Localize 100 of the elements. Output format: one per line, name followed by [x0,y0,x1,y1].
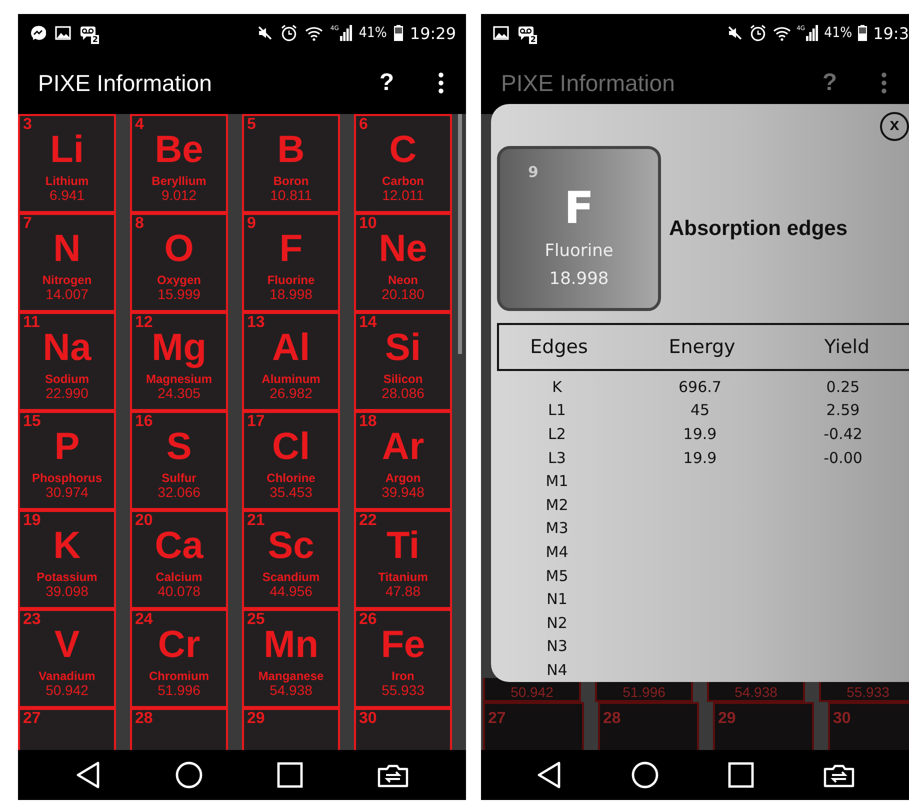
atomic-number: 8 [135,215,144,233]
element-tile[interactable]: 5 B Boron 10.811 [242,114,340,213]
element-symbol: Ti [386,526,420,566]
atomic-weight: 28.086 [382,386,424,401]
atomic-weight: 55.933 [846,685,890,700]
element-tile[interactable]: 30 [354,708,452,750]
wifi-icon [772,26,791,40]
element-name: Magnesium [146,372,212,386]
element-symbol: K [53,526,81,566]
atomic-weight: 24.305 [158,386,200,401]
element-tile[interactable]: 19 K Potassium 39.098 [18,510,116,609]
atomic-number: 20 [135,512,153,530]
atomic-number: 10 [359,215,377,233]
swap-apps-icon[interactable] [822,762,854,788]
element-tile[interactable]: 17 Cl Chlorine 35.453 [242,411,340,510]
element-tile[interactable]: 13 Al Aluminum 26.982 [242,312,340,411]
atomic-number: 21 [247,512,265,530]
home-icon[interactable] [175,761,203,789]
atomic-weight: 22.990 [46,386,88,401]
element-name: Beryllium [152,174,206,188]
element-tile[interactable]: 7 N Nitrogen 14.007 [18,213,116,312]
help-button[interactable]: ? [818,69,841,97]
home-icon[interactable] [630,761,658,789]
atomic-weight: 30.974 [46,485,88,500]
element-symbol: V [54,625,80,665]
column-header: Edges [529,336,589,358]
table-cell-text: 19.9 [682,424,718,443]
atomic-weight: 50.942 [510,685,554,700]
element-name: Chlorine [266,471,316,485]
element-tile[interactable]: 25 Mn Manganese 54.938 [242,609,340,708]
element-tile[interactable]: 18 Ar Argon 39.948 [354,411,452,510]
help-button[interactable]: ? [375,69,398,97]
wifi-icon [305,26,324,40]
atomic-weight: 44.956 [270,584,312,599]
element-symbol: Cr [158,625,200,665]
element-name: Aluminum [262,372,320,386]
atomic-weight: 26.982 [270,386,312,401]
element-symbol: C [389,130,417,170]
recents-icon[interactable] [277,762,303,788]
atomic-weight: 54.938 [734,685,778,700]
table-cell-text: N4 [546,660,568,679]
atomic-weight: 14.007 [46,287,88,302]
element-symbol: Cl [272,427,310,467]
notification-badge: 2 [91,35,99,44]
atomic-number: 29 [718,710,736,729]
atomic-weight: 51.996 [158,683,200,698]
back-icon[interactable] [536,761,562,789]
element-tile[interactable]: 20 Ca Calcium 40.078 [130,510,228,609]
table-cell-text: M1 [544,472,570,490]
element-name: Chromium [149,669,209,683]
element-tile[interactable]: 15 P Phosphorus 30.974 [18,411,116,510]
element-tile[interactable]: 6 C Carbon 12.011 [354,114,452,213]
element-tile[interactable]: 24 Cr Chromium 51.996 [130,609,228,708]
table-cell-text: 45 [689,401,711,420]
element-tile[interactable]: 8 O Oxygen 15.999 [130,213,228,312]
atomic-weight: 9.012 [161,188,197,203]
element-tile[interactable]: 4 Be Beryllium 9.012 [130,114,228,213]
swap-apps-icon[interactable] [377,762,409,788]
atomic-number: 14 [359,314,377,332]
element-tile[interactable]: 29 [242,708,340,750]
atomic-weight: 10.811 [270,188,312,203]
element-tile[interactable]: 9 F Fluorine 18.998 [242,213,340,312]
table-cell-text: N1 [546,590,568,608]
element-tile[interactable]: 14 Si Silicon 28.086 [354,312,452,411]
element-symbol: B [277,130,305,170]
element-tile[interactable]: 21 Sc Scandium 44.956 [242,510,340,609]
column-header: Yield [823,336,871,358]
app-title: PIXE Information [38,70,212,96]
atomic-number: 18 [359,413,377,431]
element-tile[interactable]: 23 V Vanadium 50.942 [18,609,116,708]
close-button[interactable]: x [880,112,909,141]
atomic-number: 23 [23,611,41,629]
battery-percent: 41% [358,25,387,41]
atomic-weight: 18.998 [549,269,609,289]
element-tile[interactable]: 3 Li Lithium 6.941 [18,114,116,213]
element-tile[interactable]: 12 Mg Magnesium 24.305 [130,312,228,411]
element-name: Titanium [378,570,428,584]
element-tile[interactable]: 11 Na Sodium 22.990 [18,312,116,411]
element-symbol: Fe [380,625,426,665]
battery-icon [394,25,403,41]
back-icon[interactable] [75,761,101,789]
recents-icon[interactable] [728,762,754,788]
table-cell-text: 0.25 [825,378,861,396]
element-tile[interactable]: 26 Fe Iron 55.933 [354,609,452,708]
atomic-number: 30 [359,710,377,728]
element-tile[interactable]: 10 Ne Neon 20.180 [354,213,452,312]
element-tile[interactable]: 27 [18,708,116,750]
signal-icon [340,25,352,41]
element-tile[interactable]: 16 S Sulfur 32.066 [130,411,228,510]
element-symbol: Mg [152,328,206,368]
element-tile[interactable]: 22 Ti Titanium 47.88 [354,510,452,609]
element-name: Iron [392,669,414,683]
atomic-weight: 35.453 [270,485,312,500]
element-tile[interactable]: 28 [130,708,228,750]
alarm-icon [280,24,298,42]
element-symbol: P [54,427,80,467]
overflow-menu-icon[interactable] [438,72,444,94]
atomic-number: 5 [247,116,256,134]
atomic-number: 11 [23,314,40,332]
battery-icon [858,25,868,41]
